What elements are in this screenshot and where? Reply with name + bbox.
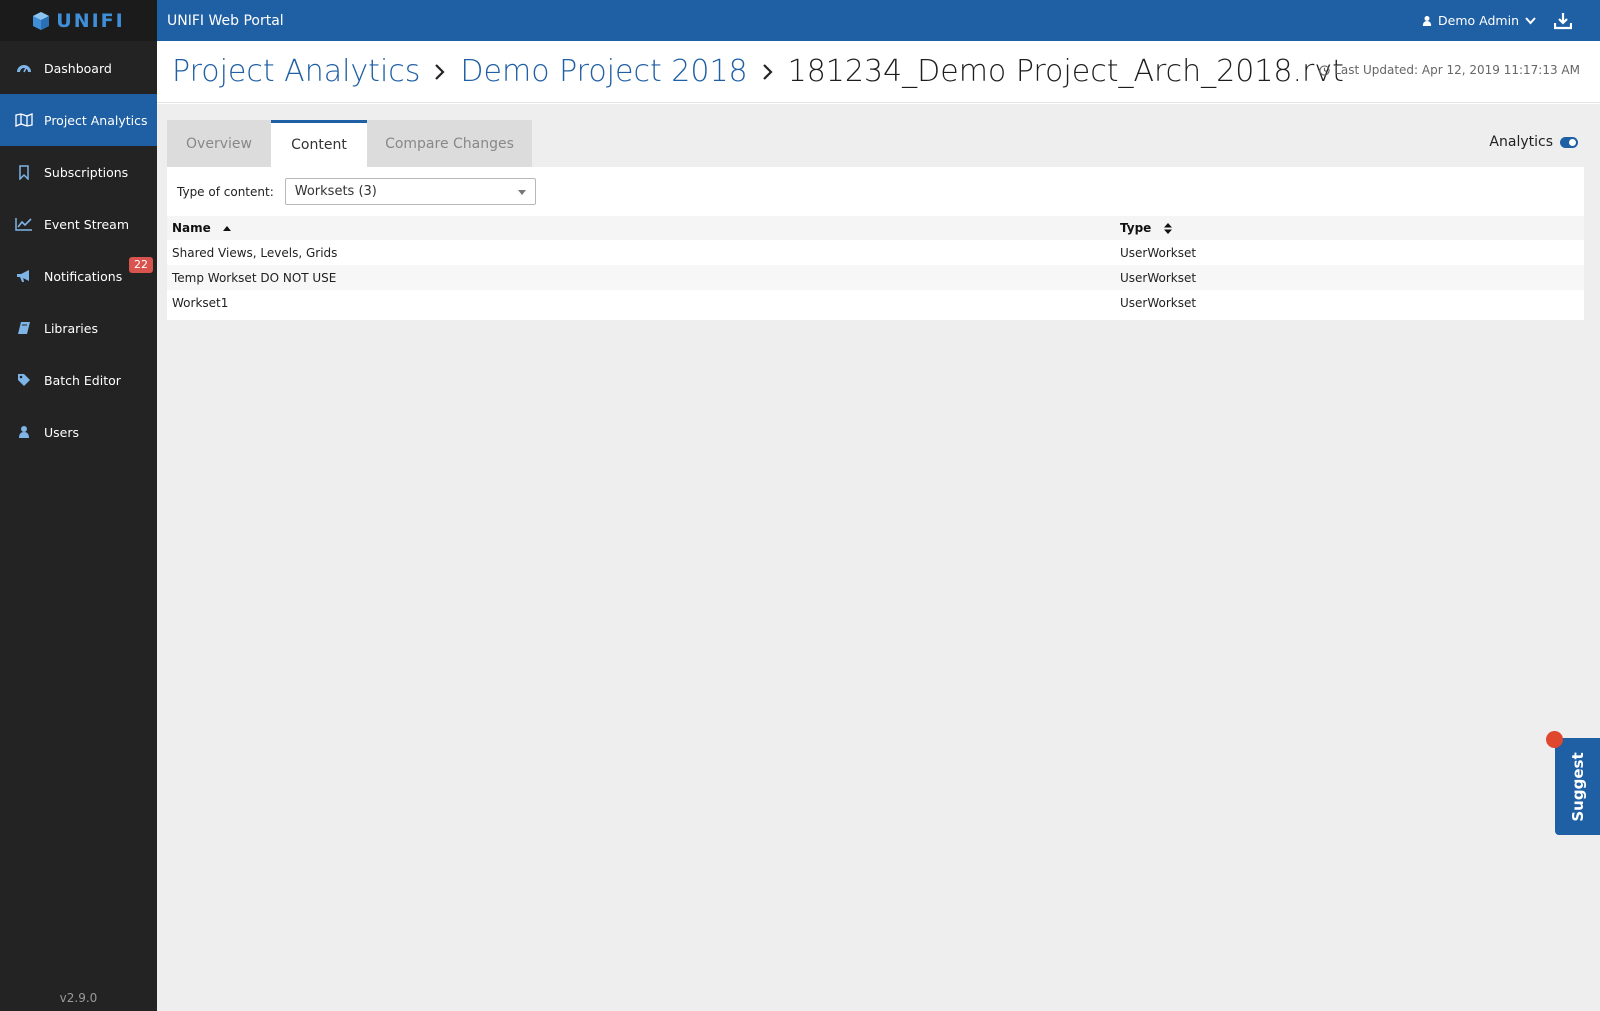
sort-ascending-icon <box>222 225 231 231</box>
breadcrumb-demo-project[interactable]: Demo Project 2018 <box>460 54 747 89</box>
content-type-select[interactable]: Worksets (3) <box>284 178 536 205</box>
content-type-filter: Type of content: Worksets (3) <box>177 178 536 205</box>
app-version: v2.9.0 <box>59 991 98 1005</box>
chevron-right-icon <box>434 63 446 81</box>
breadcrumb-current-file: 181234_Demo Project_Arch_2018.rvt <box>787 54 1344 89</box>
sidebar-item-label: Users <box>44 424 80 440</box>
sidebar-item-label: Subscriptions <box>44 164 129 180</box>
content-type-selected: Worksets (3) <box>294 184 377 199</box>
content-table: Name Type Shared Views, Levels, Grids Us… <box>167 216 1584 315</box>
sidebar-item-project-analytics[interactable]: Project Analytics <box>0 94 157 146</box>
last-updated-text: Last Updated: Apr 12, 2019 11:17:13 AM <box>1334 63 1580 77</box>
dashboard-icon <box>14 60 34 76</box>
table-row[interactable]: Workset1 UserWorkset <box>167 290 1584 315</box>
column-header-type[interactable]: Type <box>1115 216 1584 240</box>
cell-name: Workset1 <box>167 290 1115 315</box>
tab-bar: Overview Content Compare Changes <box>167 120 532 167</box>
sidebar-item-batch-editor[interactable]: Batch Editor <box>0 354 157 406</box>
portal-title: UNIFI Web Portal <box>167 12 284 29</box>
breadcrumb: Project Analytics Demo Project 2018 1812… <box>172 54 1344 89</box>
analytics-toggle: Analytics <box>1489 134 1578 150</box>
suggest-label: Suggest <box>1568 751 1587 822</box>
sidebar-nav: Dashboard Project Analytics Subscription… <box>0 42 157 458</box>
bullhorn-icon <box>14 268 34 284</box>
page-header: Project Analytics Demo Project 2018 1812… <box>157 41 1600 103</box>
sort-icon <box>1163 223 1172 234</box>
sidebar-item-users[interactable]: Users <box>0 406 157 458</box>
analytics-toggle-label: Analytics <box>1489 134 1553 150</box>
clock-icon <box>1319 64 1330 76</box>
notification-count-badge: 22 <box>129 257 153 273</box>
sidebar-item-dashboard[interactable]: Dashboard <box>0 42 157 94</box>
user-menu[interactable]: Demo Admin <box>1422 0 1536 41</box>
column-header-name[interactable]: Name <box>167 216 1115 240</box>
table-row[interactable]: Shared Views, Levels, Grids UserWorkset <box>167 240 1584 265</box>
sidebar-item-label: Event Stream <box>44 216 130 232</box>
tag-icon <box>14 372 34 388</box>
download-button[interactable] <box>1553 12 1573 30</box>
sidebar-item-label: Notifications <box>44 268 123 284</box>
download-icon <box>1553 13 1573 30</box>
suggest-button[interactable]: Suggest <box>1555 738 1600 835</box>
sidebar-item-label: Batch Editor <box>44 372 121 388</box>
chevron-right-icon <box>762 63 774 81</box>
table-row[interactable]: Temp Workset DO NOT USE UserWorkset <box>167 265 1584 290</box>
logo-text: UNIFI <box>56 9 125 32</box>
column-header-name-label: Name <box>172 221 211 235</box>
book-icon <box>14 320 34 336</box>
breadcrumb-project-analytics[interactable]: Project Analytics <box>172 54 420 89</box>
content-panel: Type of content: Worksets (3) Name Type <box>167 167 1584 320</box>
tab-compare-changes[interactable]: Compare Changes <box>367 120 532 167</box>
cell-name: Shared Views, Levels, Grids <box>167 240 1115 265</box>
table-header-row: Name Type <box>167 216 1584 240</box>
sidebar-item-label: Dashboard <box>44 60 112 76</box>
sidebar-item-subscriptions[interactable]: Subscriptions <box>0 146 157 198</box>
user-icon <box>1422 15 1432 26</box>
sidebar-item-libraries[interactable]: Libraries <box>0 302 157 354</box>
line-chart-icon <box>14 216 34 232</box>
map-icon <box>14 112 34 128</box>
content-type-label: Type of content: <box>177 184 274 199</box>
cell-type: UserWorkset <box>1115 240 1584 265</box>
tab-overview[interactable]: Overview <box>167 120 271 167</box>
tab-content[interactable]: Content <box>271 120 367 167</box>
analytics-toggle-switch[interactable] <box>1560 136 1578 148</box>
sidebar-item-label: Project Analytics <box>44 112 148 128</box>
sidebar-item-label: Libraries <box>44 320 98 336</box>
user-name: Demo Admin <box>1438 13 1519 28</box>
unifi-cube-icon <box>33 11 50 30</box>
cell-type: UserWorkset <box>1115 265 1584 290</box>
last-updated: Last Updated: Apr 12, 2019 11:17:13 AM <box>1319 63 1580 77</box>
sidebar-item-event-stream[interactable]: Event Stream <box>0 198 157 250</box>
logo[interactable]: UNIFI <box>0 0 157 41</box>
main-content: Overview Content Compare Changes Analyti… <box>157 104 1600 1011</box>
user-icon <box>14 424 34 440</box>
bookmark-icon <box>14 164 34 180</box>
suggest-notification-dot <box>1546 731 1563 748</box>
column-header-type-label: Type <box>1120 221 1152 235</box>
sidebar: UNIFI Dashboard Project Analytics Subscr… <box>0 0 157 1011</box>
cell-type: UserWorkset <box>1115 290 1584 315</box>
caret-down-icon <box>517 190 526 195</box>
top-bar: UNIFI Web Portal Demo Admin <box>157 0 1600 41</box>
cell-name: Temp Workset DO NOT USE <box>167 265 1115 290</box>
sidebar-item-notifications[interactable]: Notifications 22 <box>0 250 157 302</box>
chevron-down-icon <box>1525 16 1536 24</box>
